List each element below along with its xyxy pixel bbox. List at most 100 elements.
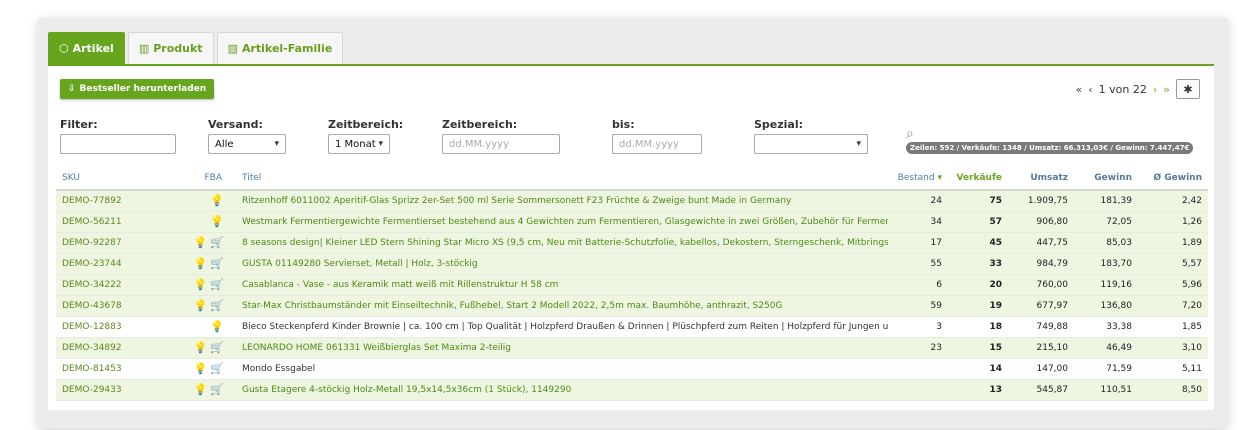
- lightbulb-icon: 💡: [210, 215, 224, 228]
- gewinn-cell: 119,16: [1074, 274, 1138, 296]
- cart-icon: 🛒: [210, 278, 224, 291]
- sku-cell[interactable]: DEMO-23744: [56, 253, 178, 275]
- umsatz-cell: 984,79: [1008, 253, 1074, 275]
- first-page-icon[interactable]: «: [1076, 83, 1083, 96]
- table-row[interactable]: DEMO-43678 💡 🛒 Star-Max Christbaumständer…: [56, 295, 1208, 317]
- avg-gewinn-cell: 1,89: [1138, 232, 1208, 254]
- gewinn-cell: 71,59: [1074, 358, 1138, 380]
- sku-cell[interactable]: DEMO-81453: [56, 358, 178, 380]
- umsatz-cell: 749,88: [1008, 316, 1074, 338]
- title-cell[interactable]: Casablanca - Vase - aus Keramik matt wei…: [236, 274, 888, 296]
- table-row[interactable]: DEMO-56211 💡 Westmark Fermentiergewichte…: [56, 211, 1208, 233]
- next-page-icon[interactable]: ›: [1153, 83, 1157, 96]
- umsatz-cell: 1.909,75: [1008, 190, 1074, 212]
- verkaufe-cell: 13: [948, 379, 1008, 401]
- cart-icon: 🛒: [210, 236, 224, 249]
- zeitbereich-select[interactable]: 1 Monat ▾: [328, 134, 390, 154]
- lightbulb-icon: 💡: [193, 383, 208, 396]
- gewinn-cell: 110,51: [1074, 379, 1138, 401]
- date-to-placeholder: dd.MM.yyyy: [619, 138, 679, 150]
- title-cell[interactable]: LEONARDO HOME 061331 Weißbierglas Set Ma…: [236, 337, 888, 359]
- lightbulb-icon: 💡: [193, 362, 208, 375]
- tab-produkt[interactable]: ▥ Produkt: [127, 32, 214, 64]
- col-fba[interactable]: FBA: [178, 166, 236, 191]
- settings-button[interactable]: ✱: [1176, 79, 1200, 99]
- zeitbereich-value: 1 Monat: [335, 138, 376, 150]
- avg-gewinn-cell: 2,42: [1138, 190, 1208, 212]
- col-avg-gewinn[interactable]: Ø Gewinn: [1138, 166, 1208, 191]
- fba-cell: 💡 🛒: [178, 379, 236, 401]
- umsatz-cell: 447,75: [1008, 232, 1074, 254]
- fba-cell: 💡 🛒: [178, 274, 236, 296]
- sku-cell[interactable]: DEMO-34892: [56, 337, 178, 359]
- family-icon: ▧: [227, 42, 238, 55]
- umsatz-cell: 147,00: [1008, 358, 1074, 380]
- tab-artikel-familie[interactable]: ▧ Artikel-Familie: [216, 32, 344, 64]
- title-cell[interactable]: Mondo Essgabel: [236, 358, 888, 380]
- sku-cell[interactable]: DEMO-92287: [56, 232, 178, 254]
- table-row[interactable]: DEMO-81453 💡 🛒 Mondo Essgabel 14 147,00 7…: [56, 358, 1208, 380]
- title-cell[interactable]: Bieco Steckenpferd Kinder Brownie | ca. …: [236, 316, 888, 338]
- fba-cell: 💡 🛒: [178, 295, 236, 317]
- prev-page-icon[interactable]: ‹: [1088, 83, 1092, 96]
- title-cell[interactable]: Westmark Fermentiergewichte Fermentierse…: [236, 211, 888, 233]
- table-row[interactable]: DEMO-34222 💡 🛒 Casablanca - Vase - aus Ke…: [56, 274, 1208, 296]
- table-row[interactable]: DEMO-12883 💡 Bieco Steckenpferd Kinder B…: [56, 316, 1208, 338]
- sku-cell[interactable]: DEMO-77892: [56, 190, 178, 212]
- cart-icon: 🛒: [210, 299, 224, 312]
- versand-select[interactable]: Alle ▾: [208, 134, 286, 154]
- search-icon[interactable]: ⌕: [906, 126, 914, 142]
- sku-cell[interactable]: DEMO-29433: [56, 379, 178, 401]
- table-row[interactable]: DEMO-23744 💡 🛒 GUSTA 01149280 Servierset,…: [56, 253, 1208, 275]
- spezial-select[interactable]: ▾: [754, 134, 868, 154]
- barcode-icon: ▥: [138, 42, 150, 55]
- chevron-down-icon: ▾: [274, 139, 279, 149]
- bestand-cell: 24: [888, 190, 948, 212]
- title-cell[interactable]: Star-Max Christbaumständer mit Einseilte…: [236, 295, 888, 317]
- col-gewinn[interactable]: Gewinn: [1074, 166, 1138, 191]
- umsatz-cell: 215,10: [1008, 337, 1074, 359]
- table-row[interactable]: DEMO-29433 💡 🛒 Gusta Etagere 4-stöckig Ho…: [56, 379, 1208, 401]
- col-bestand[interactable]: Bestand ▾: [888, 166, 948, 191]
- tab-artikel[interactable]: ⬡ Artikel: [48, 32, 125, 64]
- table-row[interactable]: DEMO-34892 💡 🛒 LEONARDO HOME 061331 Weißb…: [56, 337, 1208, 359]
- title-cell[interactable]: Gusta Etagere 4-stöckig Holz-Metall 19,5…: [236, 379, 888, 401]
- main-panel: ⇩ Bestseller herunterladen « ‹ 1 von 22 …: [48, 64, 1214, 410]
- avg-gewinn-cell: 3,10: [1138, 337, 1208, 359]
- umsatz-cell: 906,80: [1008, 211, 1074, 233]
- lightbulb-icon: 💡: [210, 194, 224, 208]
- title-cell[interactable]: 8 seasons design| Kleiner LED Stern Shin…: [236, 232, 888, 254]
- title-cell[interactable]: GUSTA 01149280 Servierset, Metall | Holz…: [236, 253, 888, 275]
- avg-gewinn-cell: 7,20: [1138, 295, 1208, 317]
- title-cell[interactable]: Ritzenhoff 6011002 Aperitif-Glas Sprizz …: [236, 190, 888, 212]
- col-verkaufe[interactable]: Verkäufe: [948, 166, 1008, 191]
- gear-icon: ✱: [1183, 82, 1193, 96]
- sku-cell[interactable]: DEMO-43678: [56, 295, 178, 317]
- avg-gewinn-cell: 8,50: [1138, 379, 1208, 401]
- verkaufe-cell: 18: [948, 316, 1008, 338]
- gewinn-cell: 46,49: [1074, 337, 1138, 359]
- table-header-row: SKU FBA Titel Bestand ▾ Verkäufe Umsatz …: [56, 166, 1208, 191]
- table-row[interactable]: DEMO-77892 💡 Ritzenhoff 6011002 Aperitif…: [56, 190, 1208, 212]
- col-sku[interactable]: SKU: [56, 166, 178, 191]
- col-title[interactable]: Titel: [236, 166, 888, 191]
- versand-value: Alle: [215, 138, 234, 150]
- sku-cell[interactable]: DEMO-12883: [56, 316, 178, 338]
- avg-gewinn-cell: 5,57: [1138, 253, 1208, 275]
- bestand-cell: 55: [888, 253, 948, 275]
- download-bestseller-button[interactable]: ⇩ Bestseller herunterladen: [60, 79, 215, 99]
- filter-input[interactable]: [60, 134, 176, 154]
- col-umsatz[interactable]: Umsatz: [1008, 166, 1074, 191]
- tab-bar: ⬡ Artikel ▥ Produkt ▧ Artikel-Familie: [48, 32, 346, 64]
- date-from-input[interactable]: dd.MM.yyyy: [442, 134, 560, 154]
- umsatz-cell: 545,87: [1008, 379, 1074, 401]
- sku-cell[interactable]: DEMO-34222: [56, 274, 178, 296]
- tab-label: Artikel: [72, 42, 114, 55]
- gewinn-cell: 183,70: [1074, 253, 1138, 275]
- bestand-cell: [888, 358, 948, 380]
- date-to-input[interactable]: dd.MM.yyyy: [612, 134, 702, 154]
- umsatz-cell: 760,00: [1008, 274, 1074, 296]
- table-row[interactable]: DEMO-92287 💡 🛒 8 seasons design| Kleiner …: [56, 232, 1208, 254]
- last-page-icon[interactable]: »: [1163, 83, 1170, 96]
- sku-cell[interactable]: DEMO-56211: [56, 211, 178, 233]
